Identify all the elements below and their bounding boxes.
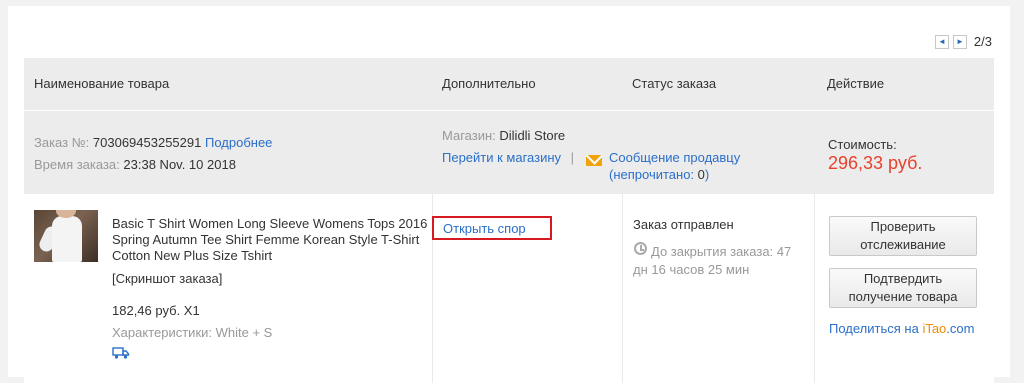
- links-separator: |: [570, 150, 575, 165]
- order-number-value: 703069453255291: [92, 135, 202, 150]
- properties-label: Характеристики:: [112, 325, 213, 340]
- product-title[interactable]: Basic T Shirt Women Long Sleeve Womens T…: [112, 216, 432, 264]
- truck-icon[interactable]: [112, 346, 130, 360]
- order-time: Время заказа: 23:38 Nov. 10 2018: [34, 157, 236, 172]
- product-price: 182,46 руб. X1: [112, 303, 200, 318]
- confirm-receipt-line1: Подтвердить: [863, 271, 943, 286]
- next-arrow-icon[interactable]: ►: [952, 34, 967, 49]
- unread-prefix: (непрочитано:: [609, 167, 695, 182]
- cost-value: 296,33 руб.: [828, 153, 923, 173]
- order-time-value: 23:38 Nov. 10 2018: [123, 157, 236, 172]
- thumb-shirt: [52, 216, 82, 262]
- order-number-label: Заказ №:: [34, 135, 90, 150]
- header-additional: Дополнительно: [442, 76, 536, 91]
- go-to-store-link[interactable]: Перейти к магазину: [442, 150, 561, 165]
- order-snapshot-link[interactable]: [Скриншот заказа]: [112, 271, 222, 286]
- properties-value: White + S: [215, 325, 273, 340]
- column-divider: [622, 194, 623, 383]
- check-tracking-button[interactable]: Проверить отслеживание: [829, 216, 977, 256]
- product-properties: Характеристики: White + S: [112, 325, 272, 340]
- store-info: Магазин: Dilidli Store: [442, 128, 565, 143]
- header-product-name: Наименование товара: [34, 76, 170, 91]
- page-indicator: 2/3: [973, 34, 992, 49]
- confirm-receipt-button[interactable]: Подтвердить получение товара: [829, 268, 977, 308]
- order-details-link[interactable]: Подробнее: [205, 135, 272, 150]
- mail-icon[interactable]: [586, 155, 602, 166]
- share-brand-i: iTao: [922, 321, 947, 336]
- message-seller-link[interactable]: Сообщение продавцу: [609, 150, 740, 165]
- countdown-line1: До закрытия заказа: 47: [651, 244, 792, 259]
- order-item-row: Basic T Shirt Women Long Sleeve Womens T…: [24, 194, 994, 383]
- check-tracking-line1: Проверить: [870, 219, 936, 234]
- countdown-line2: дн 16 часов 25 мин: [633, 262, 750, 277]
- table-header: Наименование товара Дополнительно Статус…: [24, 58, 994, 110]
- unread-suffix: ): [704, 167, 710, 182]
- store-label: Магазин:: [442, 128, 496, 143]
- share-prefix: Поделиться на: [829, 321, 919, 336]
- confirm-receipt-line2: получение товара: [848, 289, 958, 304]
- order-number: Заказ №: 703069453255291 Подробнее: [34, 135, 272, 150]
- store-links: Перейти к магазину |: [442, 150, 580, 165]
- check-tracking-line2: отслеживание: [860, 237, 946, 252]
- order-status: Заказ отправлен: [633, 217, 734, 232]
- order-info-bar: Заказ №: 703069453255291 Подробнее Время…: [24, 110, 994, 195]
- cost-label: Стоимость:: [828, 137, 897, 152]
- prev-arrow-icon[interactable]: ◄: [934, 34, 949, 49]
- header-action: Действие: [827, 76, 885, 91]
- pager: ◄ ► 2/3: [934, 34, 992, 49]
- share-brand-rest: .com: [946, 321, 975, 336]
- header-order-status: Статус заказа: [632, 76, 717, 91]
- open-dispute-button[interactable]: Открыть спор: [432, 216, 552, 240]
- product-thumbnail[interactable]: [34, 210, 98, 262]
- store-name: Dilidli Store: [499, 128, 566, 143]
- unread-count: 0: [697, 167, 705, 182]
- unread-messages[interactable]: (непрочитано: 0): [609, 167, 709, 182]
- share-link[interactable]: Поделиться на iTao.com: [829, 321, 974, 336]
- clock-icon: [634, 242, 647, 255]
- order-time-label: Время заказа:: [34, 157, 120, 172]
- column-divider: [814, 194, 815, 383]
- order-panel: ◄ ► 2/3 Наименование товара Дополнительн…: [8, 6, 1010, 383]
